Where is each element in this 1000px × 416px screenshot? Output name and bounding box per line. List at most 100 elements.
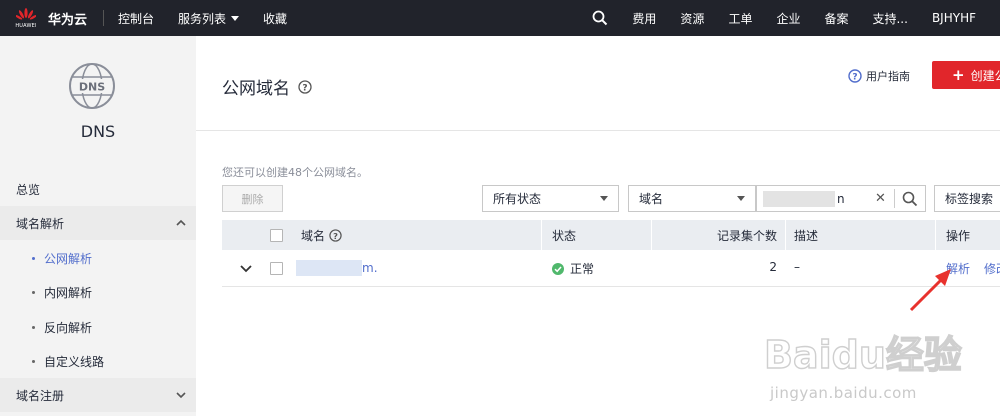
row-divider xyxy=(222,286,1000,287)
sidebar-group-registration[interactable]: 域名注册 xyxy=(0,378,196,412)
sidebar-group-label: 域名解析 xyxy=(16,216,65,231)
bullet-icon xyxy=(32,326,35,329)
blurred-search-text xyxy=(763,190,835,207)
huawei-petal-icon xyxy=(16,7,36,20)
search-icon[interactable] xyxy=(902,191,918,207)
row-checkbox[interactable] xyxy=(270,262,283,275)
create-button-label: 创建公 xyxy=(970,68,1000,83)
service-list-label: 服务列表 xyxy=(178,11,227,26)
sidebar-item-overview[interactable]: 总览 xyxy=(16,181,40,198)
domain-name-link[interactable]: m. xyxy=(296,259,378,277)
clear-icon[interactable]: ✕ xyxy=(875,191,886,206)
modify-link[interactable]: 修改 xyxy=(984,260,1000,277)
tag-search-select[interactable]: 标签搜索 xyxy=(934,185,1000,212)
column-separator xyxy=(935,220,936,250)
sidebar-group-resolution[interactable]: 域名解析 xyxy=(0,206,196,240)
filing-link[interactable]: 备案 xyxy=(824,10,848,27)
check-circle-icon xyxy=(552,262,564,275)
bullet-icon xyxy=(32,360,35,363)
column-domain-label: 域名 xyxy=(301,228,326,243)
sidebar-item-private-resolution[interactable]: 内网解析 xyxy=(32,284,92,301)
column-record-count[interactable]: 记录集个数 xyxy=(652,220,777,250)
select-all-checkbox[interactable] xyxy=(270,228,283,242)
column-status[interactable]: 状态 xyxy=(552,220,576,250)
watermark-url: jingyan.baidu.com xyxy=(770,384,917,402)
sidebar-item-label: 内网解析 xyxy=(44,286,93,300)
search-icon[interactable] xyxy=(592,10,608,26)
row-checkbox-cell xyxy=(270,262,283,275)
header-divider xyxy=(196,130,1000,131)
tag-search-label: 标签搜索 xyxy=(945,192,994,206)
delete-button[interactable]: 删除 xyxy=(222,185,283,212)
billing-link[interactable]: 费用 xyxy=(632,10,656,27)
dns-icon-text: DNS xyxy=(79,81,105,94)
column-actions: 操作 xyxy=(946,228,971,243)
user-account[interactable]: BJHYHF xyxy=(932,11,976,25)
caret-down-icon xyxy=(737,196,745,201)
tickets-link[interactable]: 工单 xyxy=(728,10,752,27)
page-title-text: 公网域名 xyxy=(222,79,290,99)
search-value: n xyxy=(837,191,845,206)
column-domain[interactable]: 域名 ? xyxy=(301,220,342,250)
favorites-link[interactable]: 收藏 xyxy=(263,10,287,27)
status-filter-select[interactable]: 所有状态 xyxy=(482,185,619,212)
huawei-logo-sub: HUAWEI xyxy=(15,22,37,29)
status-text: 正常 xyxy=(570,262,595,276)
user-guide-link[interactable]: ? 用户指南 xyxy=(848,68,910,84)
sidebar-item-public-resolution[interactable]: 公网解析 xyxy=(32,250,92,267)
bullet-icon xyxy=(32,257,35,260)
create-public-domain-button[interactable]: + 创建公 xyxy=(932,61,1000,89)
plus-icon: + xyxy=(952,66,965,84)
resources-link[interactable]: 资源 xyxy=(680,10,704,27)
console-link[interactable]: 控制台 xyxy=(118,10,154,27)
search-separator xyxy=(894,189,895,208)
caret-down-icon xyxy=(231,15,240,21)
top-separator xyxy=(103,10,105,26)
huawei-logo[interactable]: HUAWEI 华为云 xyxy=(0,0,87,36)
sidebar-item-label: 反向解析 xyxy=(44,321,93,335)
sidebar-group-label: 域名注册 xyxy=(16,388,65,403)
support-link[interactable]: 支持... xyxy=(872,10,907,27)
caret-down-icon xyxy=(600,196,608,201)
select-all-checkbox-cell xyxy=(270,220,283,250)
help-icon[interactable]: ? xyxy=(298,79,312,94)
quota-hint: 您还可以创建48个公网域名。 xyxy=(222,166,368,179)
domain-suffix: m. xyxy=(362,261,378,275)
user-guide-label: 用户指南 xyxy=(866,70,910,83)
column-separator xyxy=(541,220,542,250)
field-filter-value: 域名 xyxy=(639,192,664,206)
sidebar-item-label: 自定义线路 xyxy=(44,355,105,369)
sidebar-item-label: 公网解析 xyxy=(44,252,93,266)
svg-text:?: ? xyxy=(333,230,338,240)
chevron-up-icon xyxy=(176,219,186,226)
field-filter-select[interactable]: 域名 xyxy=(628,185,756,212)
svg-text:?: ? xyxy=(302,83,307,93)
page-title: 公网域名 ? xyxy=(222,74,312,99)
column-description[interactable]: 描述 xyxy=(794,220,818,250)
sidebar-item-custom-line[interactable]: 自定义线路 xyxy=(32,353,104,370)
service-list-menu[interactable]: 服务列表 xyxy=(178,10,240,27)
bullet-icon xyxy=(32,291,35,294)
status-filter-value: 所有状态 xyxy=(493,192,542,206)
svg-text:?: ? xyxy=(852,73,857,83)
huawei-logo-mark: HUAWEI xyxy=(14,6,38,30)
description-cell: – xyxy=(794,260,800,274)
top-bar: HUAWEI 华为云 控制台 服务列表 收藏 费用 资源 工单 企业 备案 支持… xyxy=(0,0,1000,36)
table-header: 域名 ? 状态 记录集个数 描述 操作 xyxy=(222,220,1000,250)
question-circle-icon: ? xyxy=(848,69,862,83)
enterprise-link[interactable]: 企业 xyxy=(776,10,800,27)
top-right-nav: 费用 资源 工单 企业 备案 支持... BJHYHF xyxy=(592,0,1000,36)
expand-chevron-icon[interactable] xyxy=(240,264,252,274)
blurred-domain xyxy=(296,260,362,276)
column-separator xyxy=(785,220,786,250)
sidebar: DNS DNS 总览 域名解析 公网解析 内网解析 反向解析 自定义线路 域名注… xyxy=(0,36,196,416)
record-count-cell: 2 xyxy=(769,260,777,274)
dns-globe-icon: DNS xyxy=(69,63,115,109)
domain-search-input[interactable]: n ✕ xyxy=(756,185,926,212)
chevron-down-icon xyxy=(176,392,186,399)
watermark-brand: Baidu经验 xyxy=(764,333,962,377)
brand-name: 华为云 xyxy=(48,12,88,28)
service-title: DNS xyxy=(80,122,116,141)
help-icon[interactable]: ? xyxy=(329,228,342,242)
sidebar-item-reverse-resolution[interactable]: 反向解析 xyxy=(32,319,92,336)
